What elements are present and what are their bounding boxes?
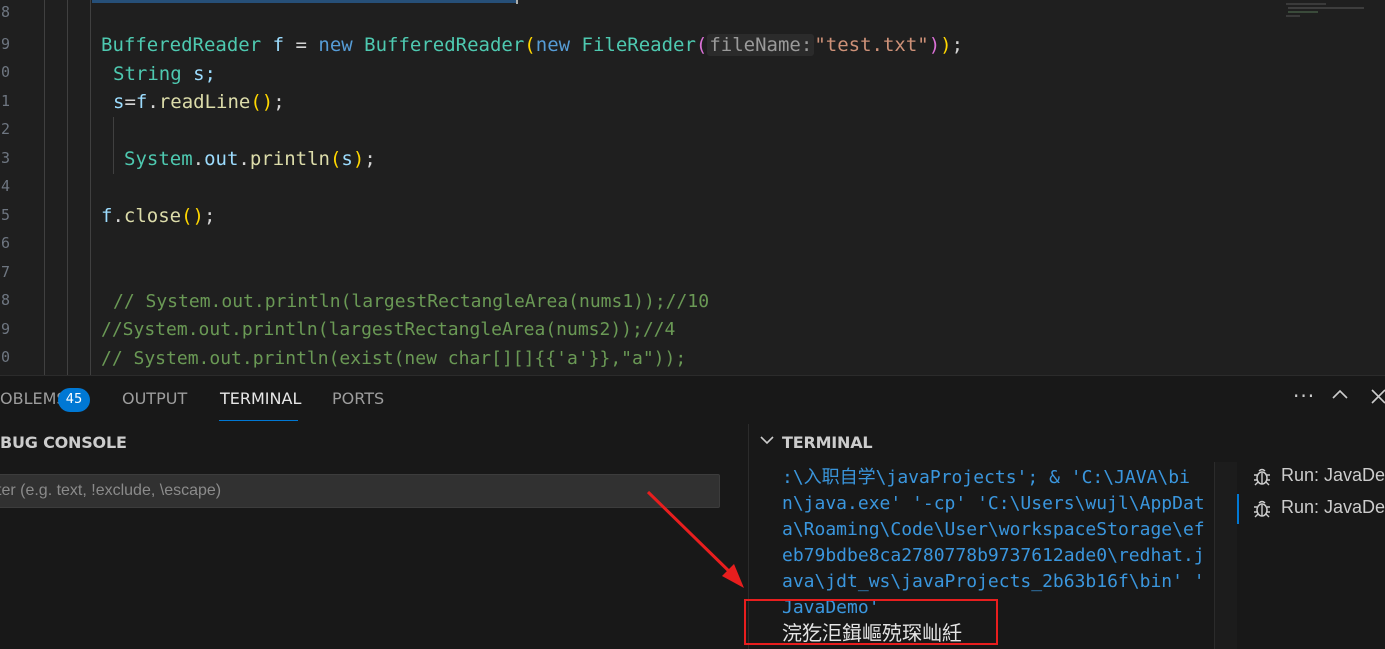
text-cursor (516, 0, 518, 4)
terminal-line: a\Roaming\Code\User\workspaceStorage\ef (782, 519, 1205, 540)
debug-icon (1251, 497, 1273, 524)
line-number: 9 (0, 320, 10, 338)
line-number: 8 (0, 3, 10, 21)
line-number: 0 (0, 348, 10, 366)
parameter-hint: fileName: (707, 34, 815, 56)
tab-ports[interactable]: PORTS (332, 389, 384, 408)
tab-terminal[interactable]: TERMINAL (220, 389, 301, 408)
code-line[interactable]: s=f.readLine(); (113, 88, 285, 116)
problems-count-badge: 45 (58, 388, 90, 412)
annotation-highlight-box (744, 599, 998, 645)
code-line[interactable]: f.close(); (101, 202, 215, 230)
line-number: 0 (0, 63, 10, 81)
bottom-panel: OBLEMS 45 OUTPUT TERMINAL PORTS ··· BUG … (0, 375, 1385, 649)
indent-guide (113, 117, 114, 174)
terminal-scrollbar[interactable] (1214, 462, 1237, 649)
tab-problems[interactable]: OBLEMS (0, 389, 67, 408)
debug-filter-input[interactable] (0, 474, 720, 508)
close-icon[interactable] (1369, 386, 1385, 409)
terminal-session-item[interactable]: Run: JavaDe (1237, 462, 1385, 492)
debug-icon (1251, 465, 1273, 492)
line-number: 2 (0, 120, 10, 138)
minimap[interactable] (1286, 0, 1366, 20)
terminal-line: :\入职自学\javaProjects'; & 'C:\JAVA\bi (782, 467, 1190, 488)
panel-tab-bar: OBLEMS 45 OUTPUT TERMINAL PORTS ··· (0, 376, 1385, 424)
terminal-line: n\java.exe' '-cp' 'C:\Users\wujl\AppDat (782, 493, 1205, 514)
comment-line[interactable]: // System.out.println(exist(new char[][]… (101, 345, 686, 373)
terminal-line: ava\jdt_ws\javaProjects_2b63b16f\bin' ' (782, 571, 1205, 592)
indent-guide (90, 0, 91, 375)
filter-field[interactable] (0, 475, 719, 507)
line-number: 5 (0, 206, 10, 224)
chevron-down-icon[interactable] (760, 433, 774, 451)
comment-line[interactable]: //System.out.println(largestRectangleAre… (101, 316, 675, 344)
line-number: 4 (0, 177, 10, 195)
line-number: 7 (0, 263, 10, 281)
code-line[interactable]: String s; (113, 60, 216, 88)
terminal-session-item-active[interactable]: Run: JavaDe (1237, 494, 1385, 524)
line-number-gutter: 8 9 0 1 2 3 4 5 6 7 8 9 0 (0, 0, 14, 375)
line-number: 1 (0, 92, 10, 110)
code-line[interactable]: BufferedReader f = new BufferedReader(ne… (101, 31, 963, 59)
line-number: 9 (0, 35, 10, 53)
line-number: 6 (0, 234, 10, 252)
selection-highlight (92, 0, 518, 3)
debug-console-header: BUG CONSOLE (0, 429, 748, 459)
indent-guide (44, 0, 45, 375)
terminal-session-label: Run: JavaDe (1281, 465, 1385, 485)
terminal-line: eb79bdbe8ca2780778b9737612ade0\redhat.j (782, 545, 1205, 566)
line-number: 3 (0, 149, 10, 167)
terminal-session-label: Run: JavaDe (1281, 497, 1385, 517)
line-number: 8 (0, 291, 10, 309)
more-icon[interactable]: ··· (1293, 384, 1315, 408)
code-line[interactable]: System.out.println(s); (124, 145, 376, 173)
indent-guide (67, 0, 68, 375)
comment-line[interactable]: // System.out.println(largestRectangleAr… (113, 288, 709, 316)
active-tab-indicator (219, 420, 298, 421)
tab-output[interactable]: OUTPUT (122, 389, 187, 408)
chevron-up-icon[interactable] (1331, 386, 1349, 409)
debug-console-title: BUG CONSOLE (0, 433, 127, 452)
code-editor[interactable]: 8 9 0 1 2 3 4 5 6 7 8 9 0 BufferedReader… (0, 0, 1385, 375)
terminal-section-title: TERMINAL (782, 433, 873, 452)
terminal-session-list: Run: JavaDe Run: JavaDe (1237, 462, 1385, 649)
